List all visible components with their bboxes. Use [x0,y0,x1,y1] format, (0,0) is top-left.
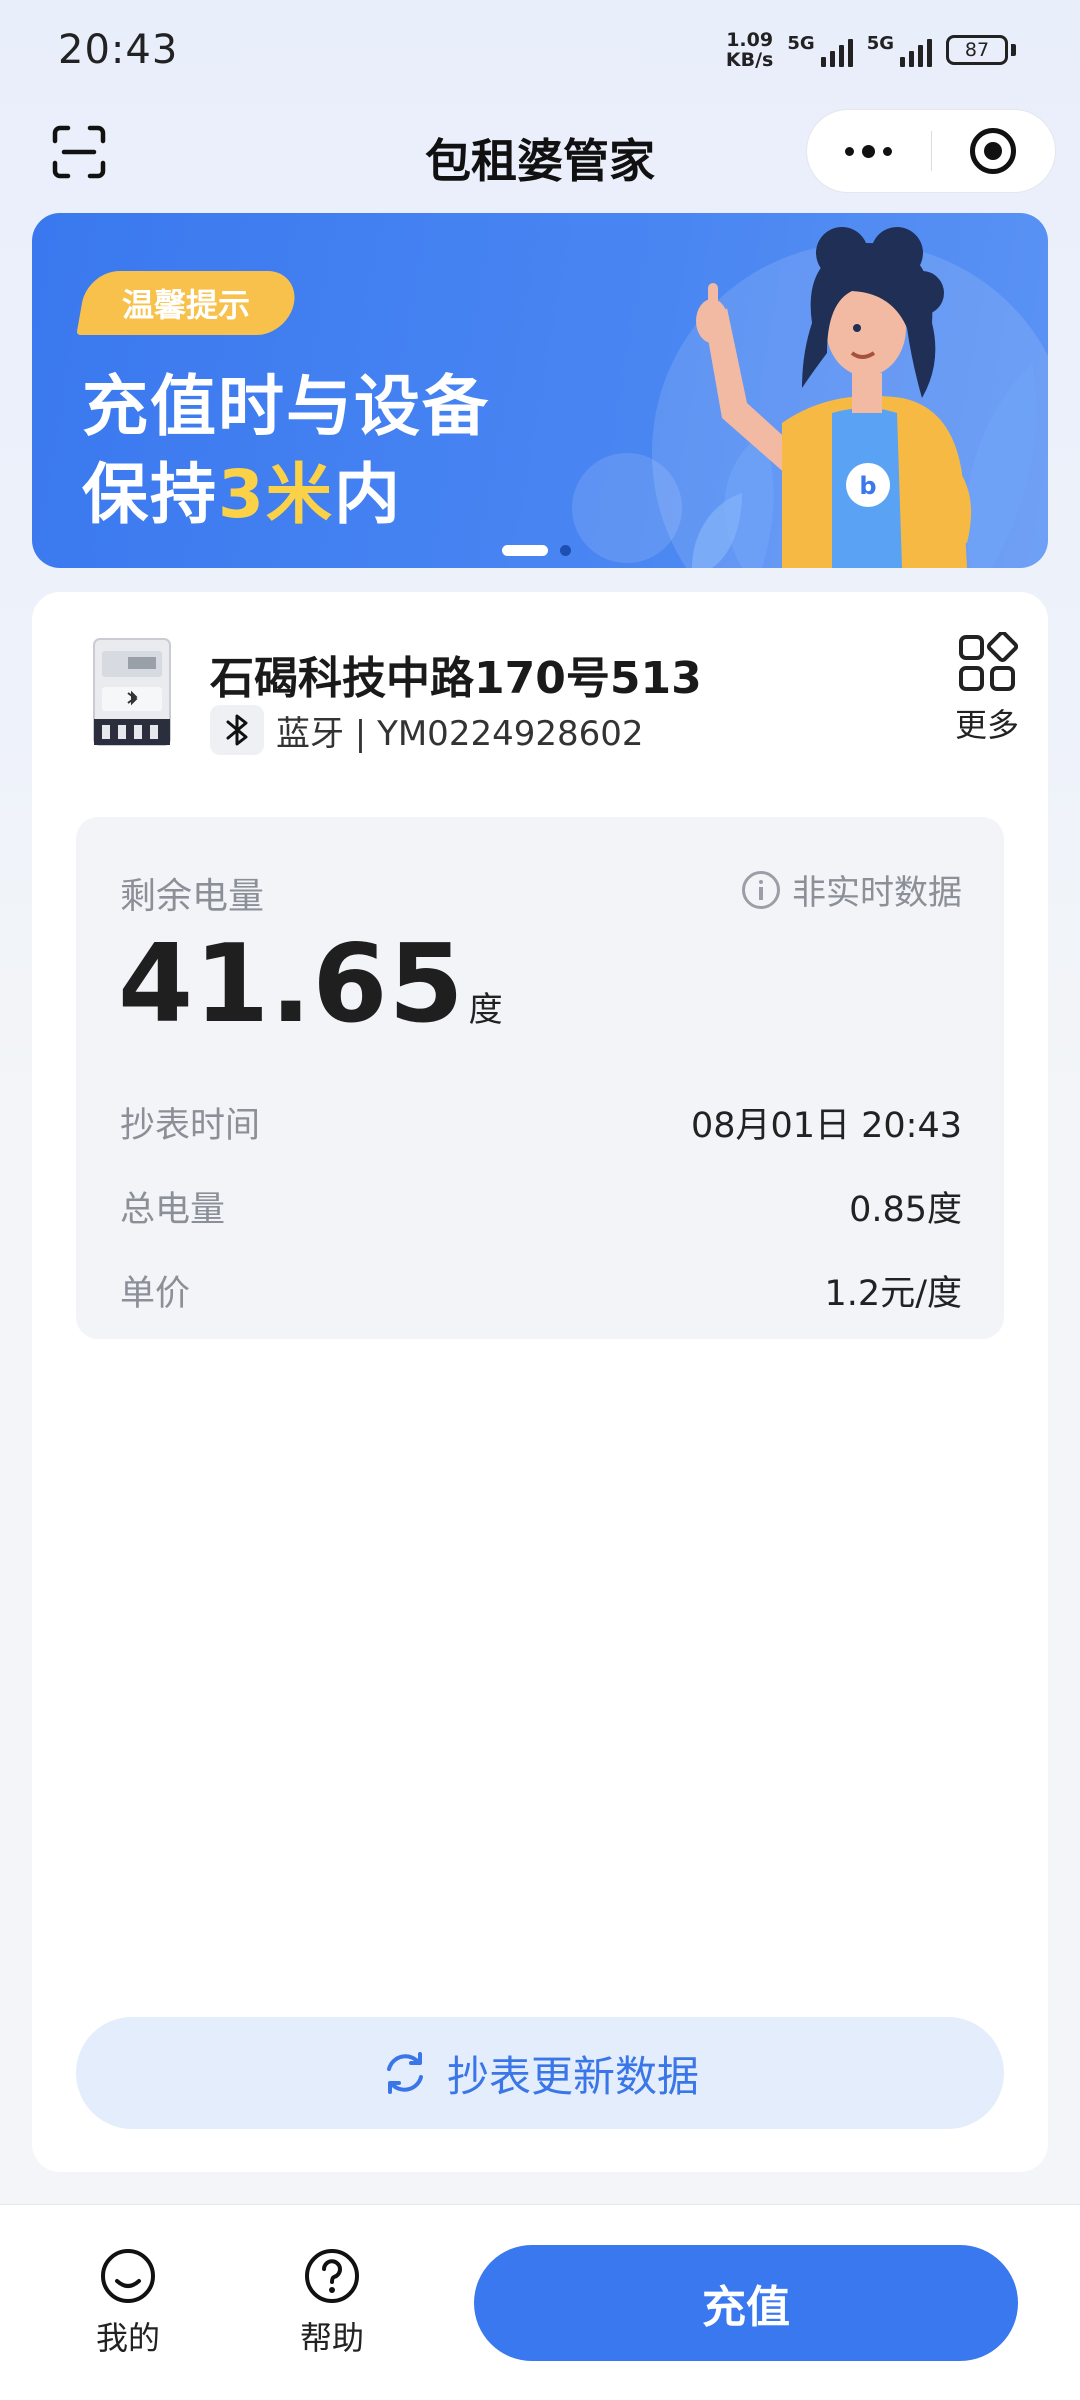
signal-strength-icon: 5G [867,33,932,67]
status-bar: 20:43 1.09 KB/s 5G 5G 87 [0,0,1080,100]
smile-face-icon [101,2249,155,2303]
more-menu-button[interactable] [807,110,931,192]
unit-price-row: 单价 1.2元/度 [120,1265,962,1316]
device-connection-info: 蓝牙 | YM0224928602 [276,713,644,754]
unit-price-value: 1.2元/度 [824,1274,962,1314]
banner-pagination [502,545,571,556]
remaining-power: 41.65 度 [118,922,503,1047]
refresh-reading-button[interactable]: 抄表更新数据 [76,2017,1004,2129]
electric-meter-image [93,638,171,746]
promo-banner[interactable]: 温馨提示 充值时与设备 保持3米内 b [32,213,1048,568]
device-card: 石碣科技中路170号513 蓝牙 | YM0224928602 更多 剩余电量 [32,592,1048,2172]
tab-me-label: 我的 [95,2319,160,2357]
banner-dot-active[interactable] [502,545,548,556]
total-power-row: 总电量 0.85度 [120,1181,962,1232]
help-question-icon [305,2249,359,2303]
info-icon [742,870,780,909]
reading-time-row: 抄表时间 08月01日 20:43 [120,1097,962,1148]
battery-icon: 87 [946,35,1016,65]
network-speed: 1.09 KB/s [726,30,773,70]
banner-dot[interactable] [560,545,571,556]
device-name: 石碣科技中路170号513 [210,653,702,704]
reading-time-value: 08月01日 20:43 [690,1106,962,1146]
refresh-reading-label: 抄表更新数据 [446,2051,699,2101]
signal-label: 5G [866,33,894,54]
remaining-power-label: 剩余电量 [120,876,265,917]
close-mini-program-button[interactable] [931,110,1055,192]
total-power-value: 0.85度 [849,1190,962,1230]
banner-headline-line2: 保持3米内 [82,456,402,533]
remaining-power-unit: 度 [468,990,503,1030]
banner-tag: 温馨提示 [76,271,300,335]
svg-text:b: b [859,472,876,500]
status-time: 20:43 [58,27,179,73]
network-speed-unit: KB/s [725,49,774,71]
signal-strength-icon: 5G [787,33,853,67]
target-icon [970,128,1017,174]
app-page: 20:43 1.09 KB/s 5G 5G 87 包租婆管家 温馨提示 充值时与… [0,0,1080,2400]
tab-me[interactable]: 我的 [68,2247,188,2359]
recharge-button[interactable]: 充值 [474,2245,1018,2361]
tab-help-label: 帮助 [299,2319,364,2357]
refresh-icon [386,2052,423,2094]
electricity-info-panel: 剩余电量 非实时数据 41.65 度 抄表时间 08月01日 20:43 总电量… [76,817,1004,1339]
more-label: 更多 [954,706,1019,744]
nav-bar: 包租婆管家 [0,105,1080,195]
banner-illustration: b [692,227,1037,568]
non-realtime-note[interactable]: 非实时数据 [742,865,962,914]
mini-program-capsule [806,109,1056,193]
signal-label: 5G [787,33,815,54]
battery-level: 87 [946,35,1008,65]
banner-headline-line1: 充值时与设备 [82,368,490,445]
unit-price-label: 单价 [120,1274,191,1314]
status-indicators: 1.09 KB/s 5G 5G 87 [726,30,1016,70]
more-dots-icon [845,144,893,158]
tab-help[interactable]: 帮助 [272,2247,392,2359]
network-speed-value: 1.09 [726,29,774,51]
total-power-label: 总电量 [120,1190,226,1230]
more-button[interactable]: 更多 [932,630,1042,746]
remaining-power-value: 41.65 [118,922,465,1047]
bottom-bar: 我的 帮助 充值 [0,2204,1080,2400]
device-meta: 蓝牙 | YM0224928602 [210,705,644,755]
non-realtime-text: 非实时数据 [792,873,962,913]
reading-time-label: 抄表时间 [120,1106,261,1146]
bluetooth-icon [210,705,264,755]
grid-apps-icon [959,630,1019,691]
